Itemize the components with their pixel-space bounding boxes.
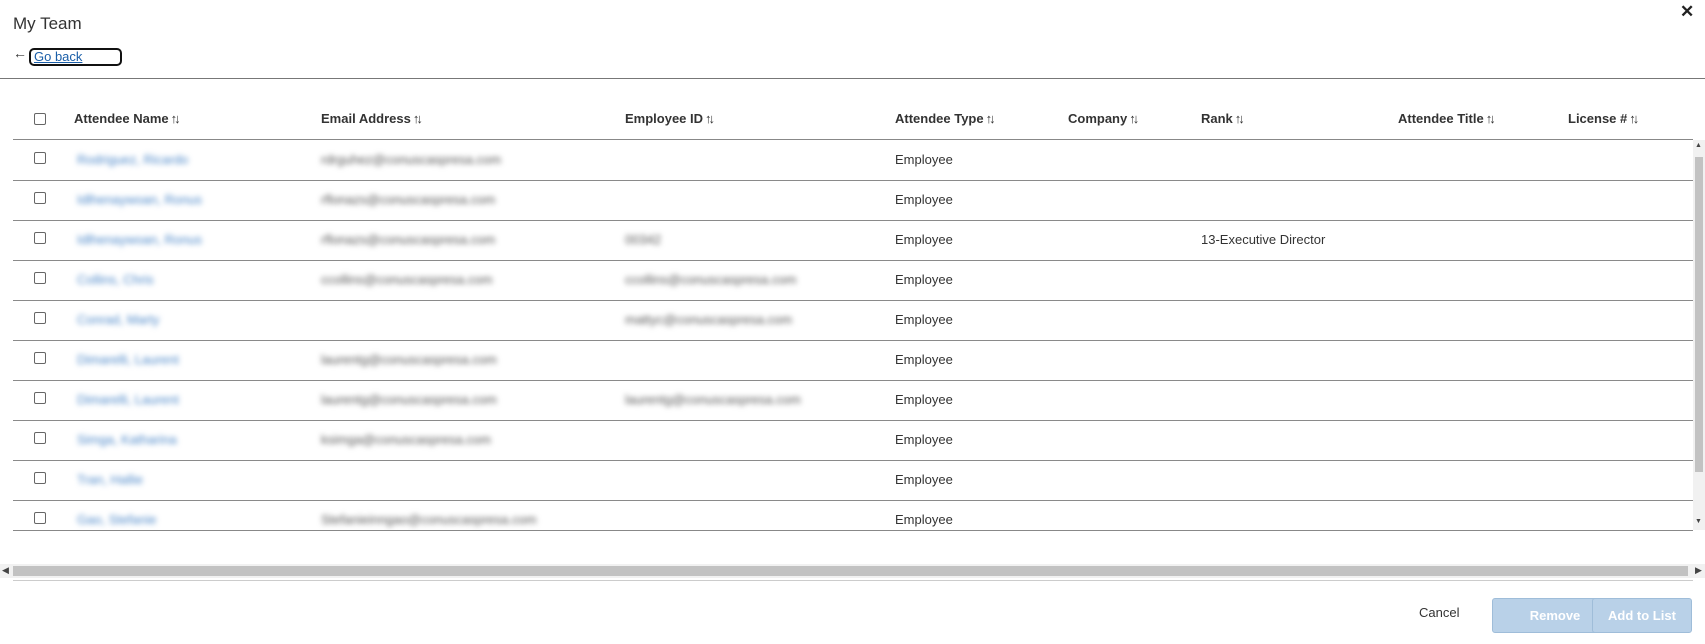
attendee-name-link[interactable]: Tran, Hallie [77,472,143,487]
sort-icon[interactable]: ↑↓ [1629,111,1639,126]
header-divider [0,78,1705,79]
row-checkbox[interactable] [34,232,46,244]
attendee-type-cell: Employee [895,192,953,207]
row-checkbox[interactable] [34,432,46,444]
email-cell: rdrguhez@conuscaspresa.com [321,152,502,167]
attendee-name-link[interactable]: Collins, Chris [77,272,154,287]
attendee-type-cell: Employee [895,232,953,247]
attendee-type-cell: Employee [895,312,953,327]
horizontal-scroll-thumb[interactable] [13,566,1688,576]
table-row: Tran, Hallie Employee [13,460,1693,501]
column-header-email-address[interactable]: Email Address ↑↓ [321,111,423,126]
table-row: Gao, Stefanie Stefanieinngao@conuscaspre… [13,500,1693,530]
attendee-name-link[interactable]: Conrad, Marty [77,312,159,327]
sort-icon[interactable]: ↑↓ [413,111,423,126]
email-cell: rflonazs@conuscaspresa.com [321,232,496,247]
email-cell: ksimga@conuscaspresa.com [321,432,491,447]
scroll-down-icon[interactable]: ▼ [1695,518,1702,525]
add-to-list-button[interactable]: Add to List [1592,598,1692,633]
close-icon[interactable]: ✕ [1680,2,1694,22]
attendee-type-cell: Employee [895,392,953,407]
attendee-name-link[interactable]: Rodriguez, Ricardo [77,152,188,167]
column-header-attendee-title[interactable]: Attendee Title ↑↓ [1398,111,1496,126]
table-row: Dimarelli, Laurent laurentg@conuscaspres… [13,380,1693,421]
sort-icon[interactable]: ↑↓ [986,111,996,126]
row-checkbox[interactable] [34,472,46,484]
column-header-license[interactable]: License # ↑↓ [1568,111,1639,126]
attendee-type-cell: Employee [895,272,953,287]
attendee-name-link[interactable]: Idlhenaywoan, Ronus [77,192,202,207]
attendee-name-link[interactable]: Simga, Katharina [77,432,177,447]
table-row: Idlhenaywoan, Ronus rflonazs@conuscaspre… [13,220,1693,261]
attendee-name-link[interactable]: Dimarelli, Laurent [77,392,179,407]
employee-id-cell: laurentg@conuscaspresa.com [625,392,801,407]
table-row: Dimarelli, Laurent laurentg@conuscaspres… [13,340,1693,381]
table-row: Rodriguez, Ricardo rdrguhez@conuscaspres… [13,140,1693,181]
table-row: Conrad, Marty mattyc@conuscaspresa.com E… [13,300,1693,341]
attendee-name-link[interactable]: Gao, Stefanie [77,512,157,527]
attendee-name-link[interactable]: Idlhenaywoan, Ronus [77,232,202,247]
email-cell: rflonazs@conuscaspresa.com [321,192,496,207]
sort-icon[interactable]: ↑↓ [705,111,715,126]
footer-divider [13,580,1693,581]
rank-cell: 13-Executive Director [1201,232,1326,247]
arrow-left-icon[interactable]: ← [13,45,27,61]
scroll-up-icon[interactable]: ▲ [1695,142,1702,149]
cancel-button[interactable]: Cancel [1419,605,1459,620]
row-checkbox[interactable] [34,512,46,524]
scroll-right-icon[interactable]: ▶ [1695,565,1702,576]
go-back-link[interactable]: Go back [29,48,122,66]
table-header: Attendee Name ↑↓ Email Address ↑↓ Employee… [13,103,1693,140]
attendee-type-cell: Employee [895,352,953,367]
table-row: Collins, Chris ccollins@conuscaspresa.co… [13,260,1693,301]
column-header-company[interactable]: Company ↑↓ [1068,111,1139,126]
attendee-type-cell: Employee [895,432,953,447]
row-checkbox[interactable] [34,272,46,284]
employee-id-cell: mattyc@conuscaspresa.com [625,312,793,327]
row-checkbox[interactable] [34,392,46,404]
vertical-scrollbar[interactable]: ▲ ▼ [1693,140,1705,530]
email-cell: Stefanieinngao@conuscaspresa.com [321,512,537,527]
table-row: Idlhenaywoan, Ronus rflonazs@conuscaspre… [13,180,1693,221]
table-row: Simga, Katharina ksimga@conuscaspresa.co… [13,420,1693,461]
employee-id-cell: 00342 [625,232,662,247]
row-checkbox[interactable] [34,352,46,364]
column-header-attendee-name[interactable]: Attendee Name ↑↓ [74,111,181,126]
scroll-left-icon[interactable]: ◀ [2,565,9,576]
column-header-employee-id[interactable]: Employee ID ↑↓ [625,111,715,126]
horizontal-scrollbar[interactable]: ◀ ▶ [0,564,1705,578]
column-header-attendee-type[interactable]: Attendee Type ↑↓ [895,111,996,126]
sort-icon[interactable]: ↑↓ [171,111,181,126]
sort-icon[interactable]: ↑↓ [1486,111,1496,126]
attendee-type-cell: Employee [895,472,953,487]
employee-id-cell: ccollins@conuscaspresa.com [625,272,797,287]
email-cell: ccollins@conuscaspresa.com [321,272,493,287]
row-checkbox[interactable] [34,312,46,324]
dialog-title: My Team [13,14,82,33]
sort-icon[interactable]: ↑↓ [1235,111,1245,126]
select-all-checkbox[interactable] [34,113,46,125]
sort-icon[interactable]: ↑↓ [1129,111,1139,126]
email-cell: laurentg@conuscaspresa.com [321,392,497,407]
attendee-type-cell: Employee [895,512,953,527]
attendee-name-link[interactable]: Dimarelli, Laurent [77,352,179,367]
row-checkbox[interactable] [34,152,46,164]
attendee-type-cell: Employee [895,152,953,167]
row-checkbox[interactable] [34,192,46,204]
vertical-scroll-thumb[interactable] [1695,157,1703,472]
table-body: Rodriguez, Ricardo rdrguhez@conuscaspres… [13,140,1693,530]
column-header-rank[interactable]: Rank ↑↓ [1201,111,1245,126]
email-cell: laurentg@conuscaspresa.com [321,352,497,367]
table-bottom-divider [13,530,1693,531]
